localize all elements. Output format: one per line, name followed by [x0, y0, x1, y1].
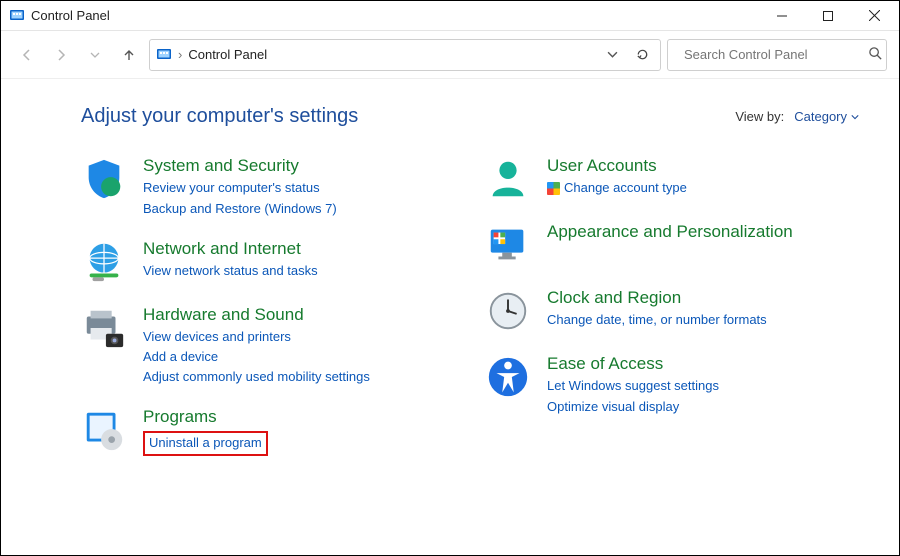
user-icon [485, 156, 531, 202]
view-by-value: Category [794, 109, 847, 124]
close-button[interactable] [851, 1, 897, 31]
accessibility-icon [485, 354, 531, 400]
highlighted-link: Uninstall a program [143, 431, 268, 456]
printer-camera-icon [81, 305, 127, 351]
maximize-button[interactable] [805, 1, 851, 31]
category-title[interactable]: Network and Internet [143, 239, 318, 259]
titlebar: Control Panel [1, 1, 899, 31]
category-link[interactable]: Review your computer's status [143, 178, 337, 198]
monitor-icon [485, 222, 531, 268]
category-title[interactable]: Appearance and Personalization [547, 222, 793, 242]
minimize-button[interactable] [759, 1, 805, 31]
category-link[interactable]: Uninstall a program [149, 433, 262, 453]
category-link[interactable]: Optimize visual display [547, 397, 719, 417]
page-heading: Adjust your computer's settings [81, 105, 358, 128]
up-button[interactable] [115, 41, 143, 69]
back-button[interactable] [13, 41, 41, 69]
refresh-button[interactable] [630, 43, 654, 67]
category-link[interactable]: View devices and printers [143, 327, 370, 347]
category-link[interactable]: Let Windows suggest settings [547, 376, 719, 396]
search-icon[interactable] [868, 46, 883, 64]
category-title[interactable]: Programs [143, 407, 268, 427]
categories-left-column: System and Security Review your computer… [81, 156, 455, 476]
category-link[interactable]: Change date, time, or number formats [547, 310, 767, 330]
category-programs: Programs Uninstall a program [81, 407, 455, 456]
recent-locations-button[interactable] [81, 41, 109, 69]
control-panel-icon [9, 8, 25, 24]
shield-icon [81, 156, 127, 202]
category-system-security: System and Security Review your computer… [81, 156, 455, 219]
category-title[interactable]: Clock and Region [547, 288, 767, 308]
category-link[interactable]: Backup and Restore (Windows 7) [143, 199, 337, 219]
category-ease-of-access: Ease of Access Let Windows suggest setti… [485, 354, 859, 417]
search-input[interactable] [682, 46, 862, 63]
category-title[interactable]: Hardware and Sound [143, 305, 370, 325]
view-by-control[interactable]: View by: Category [735, 109, 859, 124]
view-by-label: View by: [735, 109, 784, 124]
globe-icon [81, 239, 127, 285]
window-controls [759, 1, 897, 31]
content-area: Adjust your computer's settings View by:… [1, 79, 899, 486]
category-title[interactable]: System and Security [143, 156, 337, 176]
chevron-down-icon [851, 113, 859, 121]
control-panel-icon [156, 47, 172, 63]
categories-right-column: User Accounts Change account type Appear… [485, 156, 859, 476]
programs-icon [81, 407, 127, 453]
navigation-toolbar: › Control Panel [1, 31, 899, 79]
search-box[interactable] [667, 39, 887, 71]
breadcrumb-root[interactable]: Control Panel [188, 47, 267, 62]
category-hardware: Hardware and Sound View devices and prin… [81, 305, 455, 388]
category-appearance: Appearance and Personalization [485, 222, 859, 268]
clock-icon [485, 288, 531, 334]
forward-button[interactable] [47, 41, 75, 69]
category-user-accounts: User Accounts Change account type [485, 156, 859, 202]
category-link[interactable]: View network status and tasks [143, 261, 318, 281]
address-bar[interactable]: › Control Panel [149, 39, 661, 71]
category-link[interactable]: Add a device [143, 347, 370, 367]
address-dropdown-button[interactable] [600, 43, 624, 67]
breadcrumb-separator-icon: › [178, 47, 182, 62]
category-link[interactable]: Adjust commonly used mobility settings [143, 367, 370, 387]
category-clock-region: Clock and Region Change date, time, or n… [485, 288, 859, 334]
category-title[interactable]: Ease of Access [547, 354, 719, 374]
category-title[interactable]: User Accounts [547, 156, 687, 176]
category-link[interactable]: Change account type [547, 178, 687, 198]
category-network: Network and Internet View network status… [81, 239, 455, 285]
window-title: Control Panel [31, 8, 110, 23]
